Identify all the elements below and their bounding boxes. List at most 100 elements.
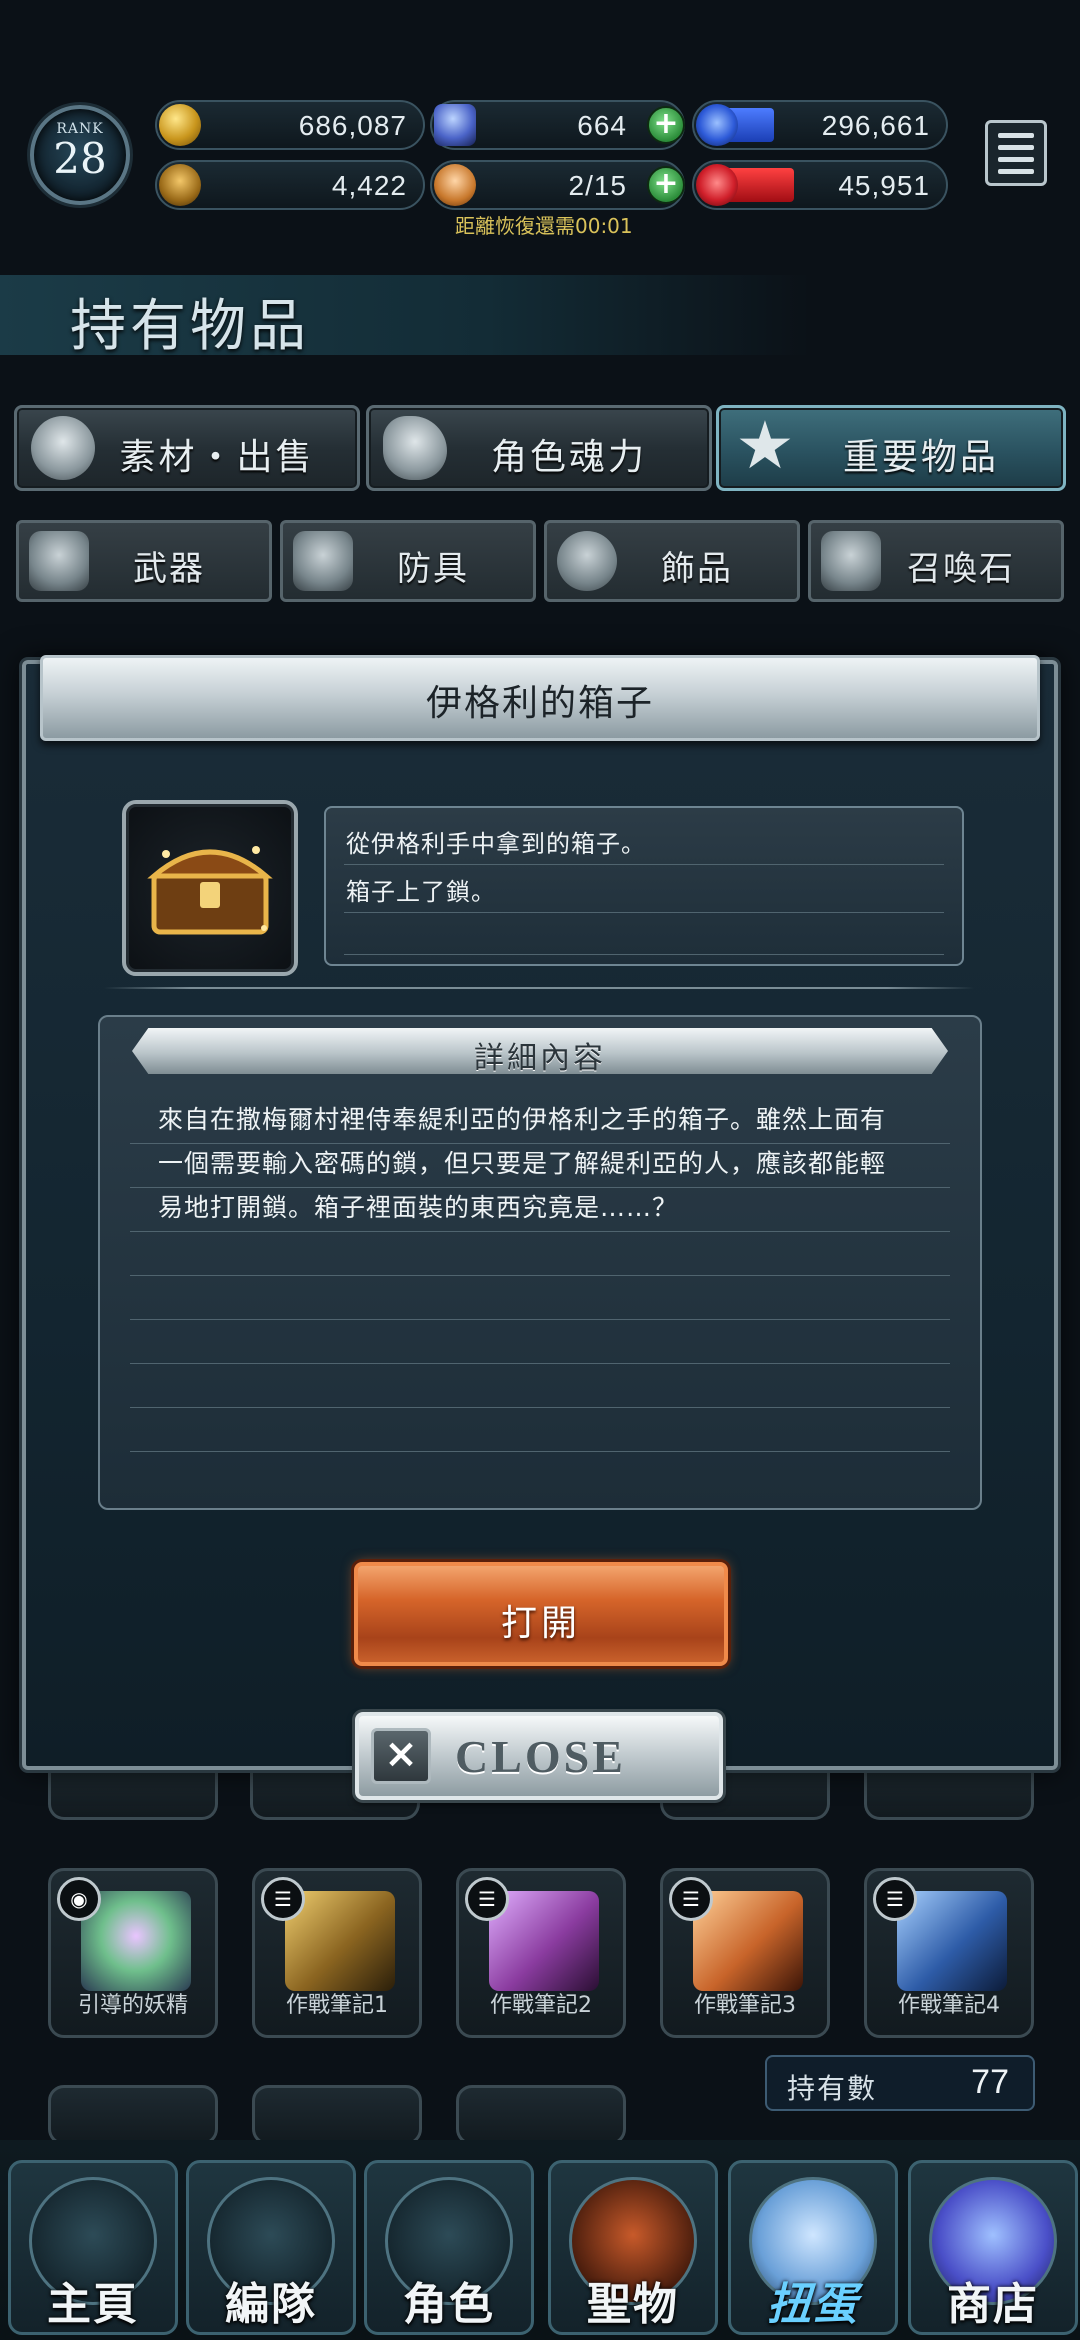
- subtab-summon-stones[interactable]: 召喚石: [808, 520, 1064, 602]
- nav-relics[interactable]: 聖物: [548, 2160, 718, 2335]
- close-icon: ×: [371, 1728, 431, 1784]
- close-button[interactable]: × CLOSE: [355, 1712, 723, 1800]
- item-caption: 作戰筆記1: [286, 1993, 388, 2018]
- detail-rule: [130, 1407, 950, 1408]
- nav-label: 商店: [947, 2279, 1039, 2330]
- item-caption: 引導的妖精: [77, 1993, 188, 2018]
- subtab-label: 武器: [133, 549, 205, 589]
- detail-rule: [130, 1231, 950, 1232]
- short-desc-line: 從伊格利手中拿到的箱子。: [346, 830, 646, 858]
- notes-badge-icon: ☰: [873, 1877, 917, 1921]
- owned-count-label: 持有數: [787, 2072, 878, 2105]
- detail-line: 易地打開鎖。箱子裡面裝的東西究竟是……？: [158, 1193, 679, 1222]
- stamina-counter: 2/15 +: [430, 160, 685, 210]
- list-item[interactable]: [252, 2085, 422, 2145]
- bottom-navigation: 主頁 編隊 角色 聖物 扭蛋 商店: [0, 2140, 1080, 2340]
- subtab-label: 飾品: [661, 549, 733, 589]
- short-desc-line: 箱子上了鎖。: [346, 878, 496, 906]
- blue-gauge: 296,661: [692, 100, 948, 150]
- detail-panel: [98, 1015, 982, 1510]
- notes-badge-icon: ☰: [669, 1877, 713, 1921]
- desc-rule: [344, 954, 944, 955]
- subtab-label: 防具: [397, 549, 469, 589]
- detail-line: 一個需要輸入密碼的鎖，但只要是了解緹利亞的人，應該都能輕: [158, 1149, 887, 1178]
- nav-label: 扭蛋: [767, 2279, 859, 2330]
- subtab-armor[interactable]: 防具: [280, 520, 536, 602]
- item-caption: 作戰筆記3: [694, 1993, 796, 2018]
- notes-badge-icon: ☰: [261, 1877, 305, 1921]
- nav-home[interactable]: 主頁: [8, 2160, 178, 2335]
- page-header: 持有物品: [0, 275, 1080, 359]
- list-item[interactable]: ☰ 作戰筆記4: [864, 1868, 1034, 2038]
- list-item[interactable]: ◉ 引導的妖精: [48, 1868, 218, 2038]
- short-description: 從伊格利手中拿到的箱子。 箱子上了鎖。: [324, 806, 964, 966]
- dialog-title-bar: 伊格利的箱子: [40, 655, 1040, 741]
- owned-count: 持有數 77: [765, 2055, 1035, 2111]
- nav-gacha[interactable]: 扭蛋: [728, 2160, 898, 2335]
- nav-party[interactable]: 編隊: [186, 2160, 356, 2335]
- red-gauge: 45,951: [692, 160, 948, 210]
- detail-rule: [130, 1275, 950, 1276]
- menu-button[interactable]: [985, 120, 1047, 186]
- tab-important-items[interactable]: ★ 重要物品: [716, 405, 1066, 491]
- list-item[interactable]: ☰ 作戰筆記1: [252, 1868, 422, 2038]
- nav-label: 角色: [403, 2279, 495, 2330]
- tab-materials[interactable]: 素材・出售: [14, 405, 360, 491]
- list-item[interactable]: ☰ 作戰筆記3: [660, 1868, 830, 2038]
- menu-icon-bar: [998, 145, 1034, 150]
- detail-header-label: 詳細內容: [474, 1041, 606, 1076]
- tab-character-soul[interactable]: 角色魂力: [366, 405, 712, 491]
- crystal-icon: [434, 104, 476, 146]
- blue-orb-icon: [696, 104, 738, 146]
- notes-badge-icon: ☰: [465, 1877, 509, 1921]
- detail-rule: [130, 1451, 950, 1452]
- tab-label: 素材・出售: [119, 437, 315, 478]
- crystal-counter: 664 +: [430, 100, 685, 150]
- close-button-label: CLOSE: [455, 1731, 626, 1782]
- nav-characters[interactable]: 角色: [364, 2160, 534, 2335]
- treasure-chest-icon: [147, 846, 273, 935]
- desc-rule: [344, 864, 944, 865]
- add-stamina-button[interactable]: +: [647, 166, 685, 204]
- subtab-accessories[interactable]: 飾品: [544, 520, 800, 602]
- detail-rule: [130, 1319, 950, 1320]
- list-item[interactable]: [456, 2085, 626, 2145]
- tab-label: 角色魂力: [490, 437, 647, 478]
- trophy-counter: 4,422: [155, 160, 425, 210]
- nav-label: 編隊: [225, 2279, 317, 2330]
- gold-value: 686,087: [298, 110, 407, 141]
- info-badge-icon: ◉: [57, 1877, 101, 1921]
- dialog-title: 伊格利的箱子: [425, 683, 654, 724]
- menu-icon-bar: [998, 157, 1034, 162]
- item-caption: 作戰筆記4: [898, 1993, 1000, 2018]
- open-button[interactable]: 打開: [354, 1562, 728, 1666]
- gem-icon: [434, 164, 476, 206]
- subtab-label: 召喚石: [907, 549, 1015, 589]
- item-caption: 作戰筆記2: [490, 1993, 592, 2018]
- red-gauge-value: 45,951: [838, 170, 930, 201]
- list-item[interactable]: ☰ 作戰筆記2: [456, 1868, 626, 2038]
- section-divider: [104, 987, 974, 989]
- gold-counter: 686,087: [155, 100, 425, 150]
- recovery-timer: 距離恢復還需00:01: [455, 214, 633, 238]
- desc-rule: [344, 912, 944, 913]
- detail-header: 詳細內容: [132, 1028, 948, 1074]
- add-crystal-button[interactable]: +: [647, 106, 685, 144]
- stamina-value: 2/15: [568, 170, 627, 201]
- nav-label: 聖物: [587, 2279, 679, 2330]
- tab-label: 重要物品: [842, 437, 999, 478]
- page-title: 持有物品: [70, 294, 310, 359]
- subtab-weapons[interactable]: 武器: [16, 520, 272, 602]
- detail-line: 來自在撒梅爾村裡侍奉緹利亞的伊格利之手的箱子。雖然上面有: [158, 1105, 887, 1134]
- nav-label: 主頁: [47, 2279, 139, 2330]
- item-icon-frame: [122, 800, 298, 976]
- trophy-icon: [159, 164, 201, 206]
- red-orb-icon: [696, 164, 738, 206]
- list-item[interactable]: [48, 2085, 218, 2145]
- menu-icon-bar: [998, 169, 1034, 174]
- nav-shop[interactable]: 商店: [908, 2160, 1078, 2335]
- open-button-label: 打開: [500, 1603, 581, 1644]
- status-bar: RANK 28 686,087 664 + 296,661 4,422 2/15…: [0, 60, 1080, 260]
- rank-badge[interactable]: RANK 28: [30, 105, 130, 205]
- menu-icon: [998, 133, 1034, 138]
